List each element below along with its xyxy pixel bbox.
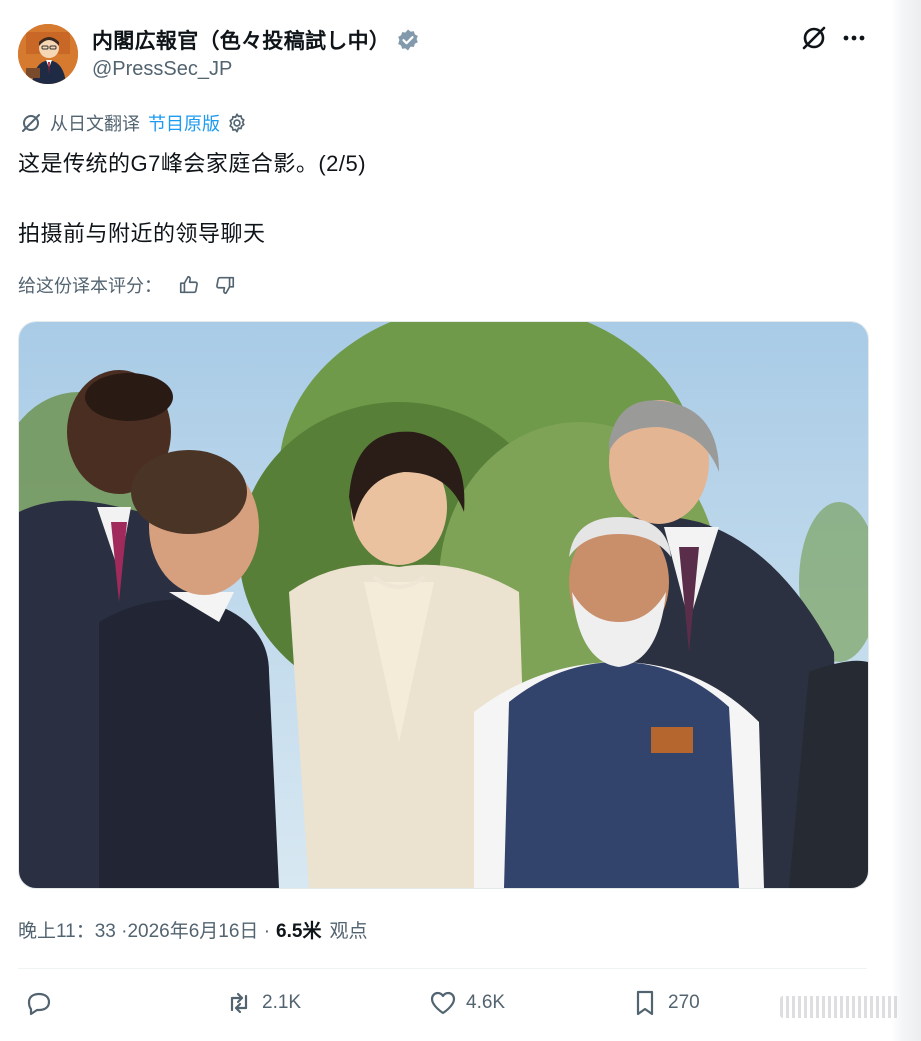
thumbs-down-icon[interactable]: [214, 274, 236, 296]
tweet-text-line-1: 这是传统的G7峰会家庭合影。(2/5): [18, 151, 367, 176]
right-edge-shadow: [891, 0, 921, 1041]
author-handle[interactable]: @PressSec_JP: [92, 58, 232, 81]
tweet-timestamp[interactable]: 晚上11：33 ·2026年6月16日 ·: [18, 916, 270, 943]
more-icon[interactable]: [840, 26, 868, 50]
views-label: 观点: [329, 921, 368, 942]
bookmark-button[interactable]: 270: [630, 988, 700, 1018]
retweet-icon: [230, 992, 248, 1014]
show-original-link[interactable]: 节目原版: [148, 110, 220, 136]
like-button[interactable]: 4.6K: [428, 988, 505, 1018]
bookmark-icon: [636, 990, 654, 1016]
reply-icon: [27, 992, 51, 1016]
rate-translation-label: 给这份译本评分：: [18, 276, 162, 296]
bookmark-count: 270: [668, 992, 700, 1013]
author-display-name[interactable]: 内閣広報官（色々投稿試し中）: [92, 25, 390, 55]
translation-source-label: 从日文翻译: [50, 114, 140, 134]
tweet-text-line-2: 拍摄前与附近的领导聊天: [18, 221, 266, 246]
reply-button[interactable]: [24, 988, 62, 1018]
retweet-button[interactable]: 2.1K: [224, 988, 301, 1018]
watermark: [780, 996, 900, 1018]
translate-icon: [22, 114, 40, 132]
grok-icon[interactable]: [800, 24, 828, 52]
like-count: 4.6K: [466, 992, 506, 1013]
translation-row: 从日文翻译 节目原版: [20, 110, 248, 136]
rate-translation-row: 给这份译本评分：: [18, 272, 236, 298]
heart-icon: [430, 991, 456, 1015]
views-count: 6.5米: [276, 921, 322, 942]
tweet-meta: 晚上11：33 ·2026年6月16日 · 6.5米 观点: [18, 916, 367, 943]
thumbs-up-icon[interactable]: [178, 274, 200, 296]
avatar[interactable]: [18, 24, 78, 84]
gear-icon[interactable]: [226, 112, 248, 134]
retweet-count: 2.1K: [262, 992, 302, 1013]
author-name-row[interactable]: 内閣広報官（色々投稿試し中）: [92, 25, 420, 55]
verified-badge-icon: [398, 29, 419, 51]
tweet-photo[interactable]: [18, 321, 869, 889]
divider: [18, 968, 867, 969]
